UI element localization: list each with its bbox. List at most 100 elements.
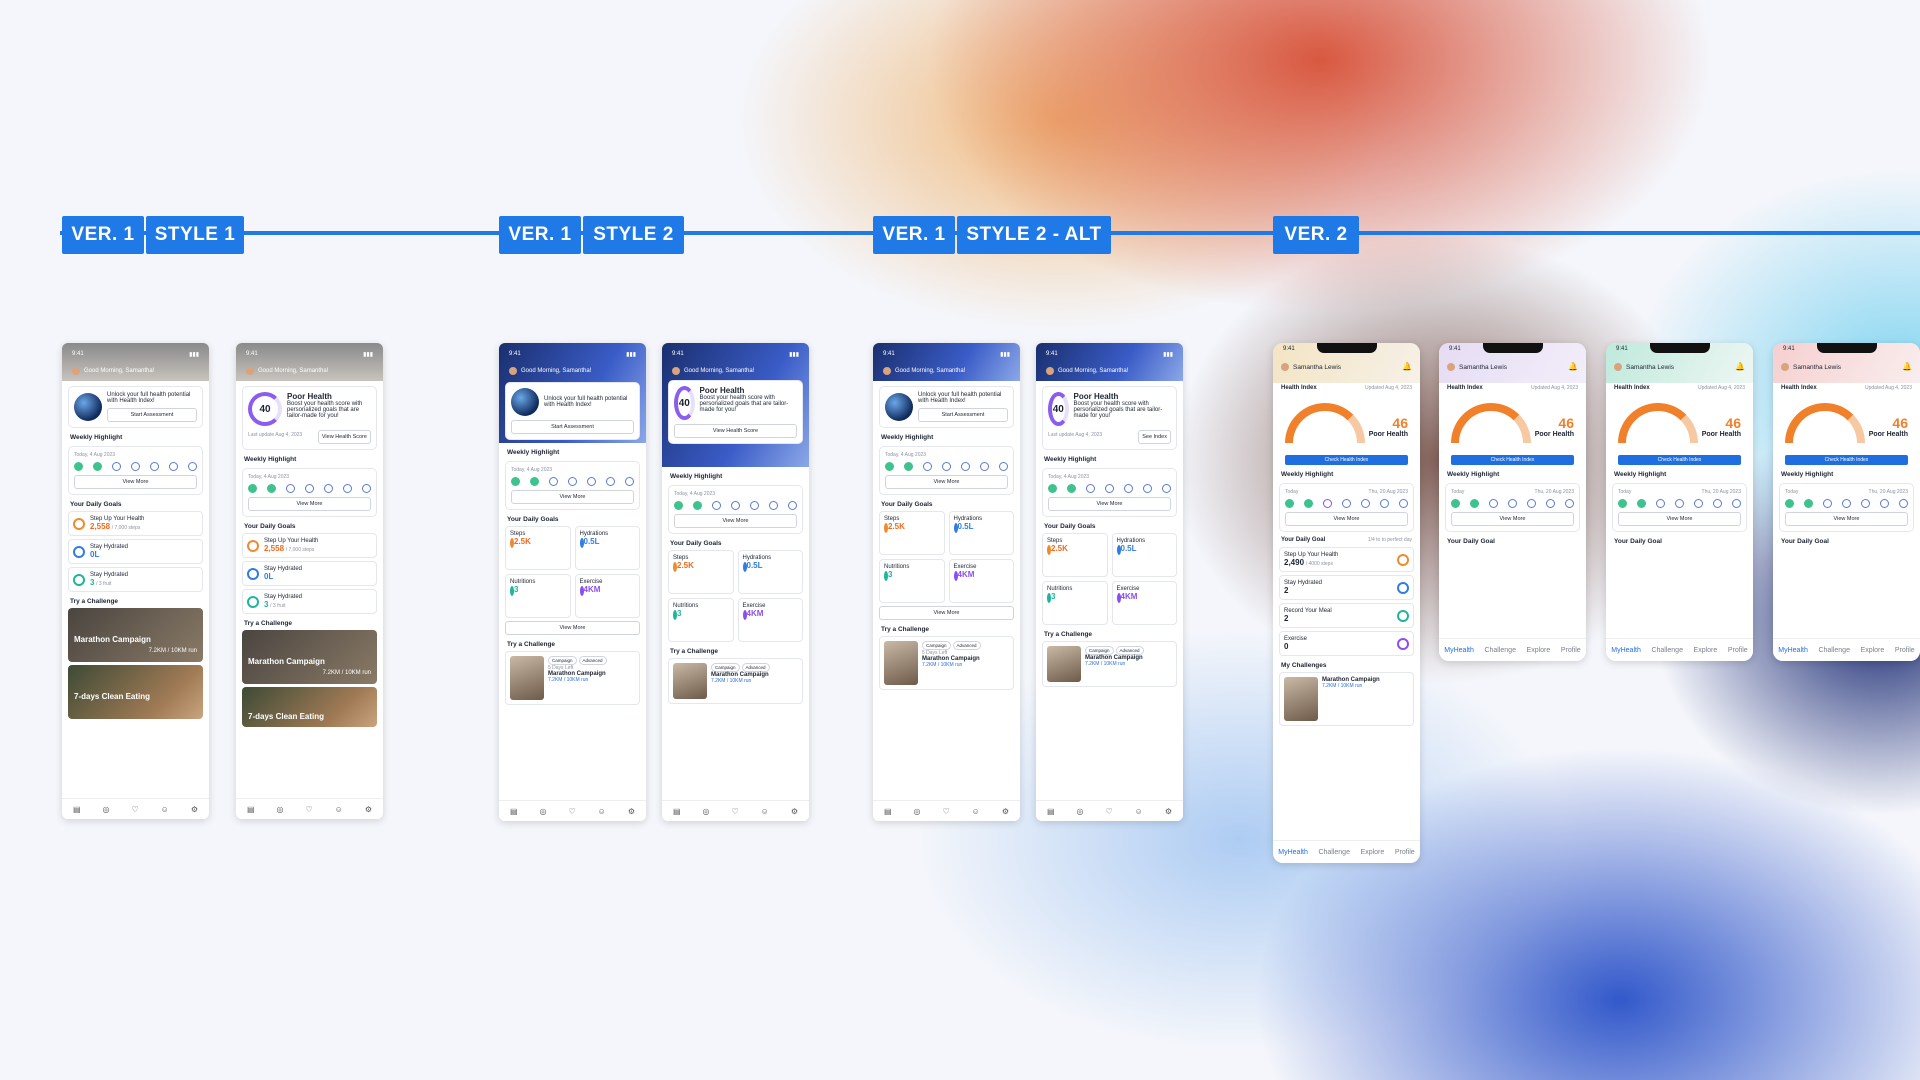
tile-steps[interactable]: Steps 2.5K: [505, 526, 571, 570]
day-dot[interactable]: [1067, 484, 1076, 493]
goal-exercise[interactable]: Exercise 0: [1279, 631, 1414, 656]
avatar[interactable]: [883, 367, 891, 375]
doc-icon[interactable]: ▤: [1047, 807, 1055, 816]
people-icon[interactable]: ☺: [598, 807, 606, 816]
day-dot[interactable]: [999, 462, 1008, 471]
day-dot[interactable]: [625, 477, 634, 486]
target-icon[interactable]: ◎: [103, 805, 110, 814]
day-dot[interactable]: [1451, 499, 1460, 508]
day-dot[interactable]: [1842, 499, 1851, 508]
tile-nutrition[interactable]: Nutritions 3: [505, 574, 571, 618]
start-assessment-button[interactable]: Start Assessment: [511, 420, 634, 434]
challenge-clean-eating[interactable]: 7-days Clean Eating: [68, 665, 203, 719]
day-dot[interactable]: [885, 462, 894, 471]
day-dot[interactable]: [1637, 499, 1646, 508]
day-dot[interactable]: [169, 462, 178, 471]
day-dot[interactable]: [1713, 499, 1722, 508]
day-dot[interactable]: [788, 501, 797, 510]
target-icon[interactable]: ◎: [1077, 807, 1084, 816]
people-icon[interactable]: ☺: [972, 807, 980, 816]
avatar[interactable]: [1447, 363, 1455, 371]
heart-icon[interactable]: ♡: [732, 807, 739, 816]
view-more-button[interactable]: View More: [885, 475, 1008, 489]
tile-steps[interactable]: Steps 2.5K: [1042, 533, 1108, 577]
day-dot[interactable]: [93, 462, 102, 471]
view-more-button[interactable]: View More: [248, 497, 371, 511]
day-dot[interactable]: [1162, 484, 1171, 493]
tile-exercise[interactable]: Exercise 4KM: [574, 574, 640, 618]
view-health-score-button[interactable]: View Health Score: [317, 430, 371, 444]
day-dot[interactable]: [1470, 499, 1479, 508]
day-dot[interactable]: [1694, 499, 1703, 508]
nav-explore[interactable]: Explore: [1527, 647, 1551, 654]
day-dot[interactable]: [248, 484, 257, 493]
day-dot[interactable]: [188, 462, 197, 471]
view-more-button[interactable]: View More: [1285, 512, 1408, 526]
day-dot[interactable]: [1143, 484, 1152, 493]
gear-icon[interactable]: ⚙: [191, 805, 198, 814]
tile-exercise[interactable]: Exercise 4KM: [737, 598, 803, 642]
tile-hydration[interactable]: Hydrations 0.5L: [1111, 533, 1177, 577]
gear-icon[interactable]: ⚙: [1002, 807, 1009, 816]
challenge-item[interactable]: Marathon Campaign 7.2KM / 10KM run: [1279, 672, 1414, 726]
doc-icon[interactable]: ▤: [673, 807, 681, 816]
heart-icon[interactable]: ♡: [306, 805, 313, 814]
nav-myhealth[interactable]: MyHealth: [1778, 647, 1808, 654]
day-dot[interactable]: [674, 501, 683, 510]
bell-icon[interactable]: 🔔: [1735, 362, 1745, 371]
day-dot[interactable]: [1527, 499, 1536, 508]
day-dot[interactable]: [1399, 499, 1408, 508]
day-dot[interactable]: [74, 462, 83, 471]
gear-icon[interactable]: ⚙: [365, 805, 372, 814]
check-health-index-button[interactable]: Check Health Index: [1451, 455, 1574, 465]
tile-exercise[interactable]: Exercise 4KM: [1111, 581, 1177, 625]
nav-challenge[interactable]: Challenge: [1484, 647, 1516, 654]
day-dot[interactable]: [904, 462, 913, 471]
day-dot[interactable]: [1048, 484, 1057, 493]
day-dot[interactable]: [343, 484, 352, 493]
tile-exercise[interactable]: Exercise 4KM: [948, 559, 1014, 603]
avatar[interactable]: [509, 367, 517, 375]
day-dot[interactable]: [1565, 499, 1574, 508]
doc-icon[interactable]: ▤: [247, 805, 255, 814]
bell-icon[interactable]: 🔔: [1402, 362, 1412, 371]
avatar[interactable]: [246, 367, 254, 375]
view-more-button[interactable]: View More: [74, 475, 197, 489]
bell-icon[interactable]: 🔔: [1568, 362, 1578, 371]
day-dot[interactable]: [530, 477, 539, 486]
doc-icon[interactable]: ▤: [884, 807, 892, 816]
gear-icon[interactable]: ⚙: [791, 807, 798, 816]
people-icon[interactable]: ☺: [761, 807, 769, 816]
day-dot[interactable]: [1508, 499, 1517, 508]
challenge-item[interactable]: Campaign Advanced 5 Days Left Marathon Camp…: [879, 636, 1014, 690]
day-dot[interactable]: [1675, 499, 1684, 508]
day-dot[interactable]: [324, 484, 333, 493]
nav-profile[interactable]: Profile: [1895, 647, 1915, 654]
day-dot[interactable]: [606, 477, 615, 486]
day-dot[interactable]: [769, 501, 778, 510]
day-dot[interactable]: [961, 462, 970, 471]
day-dot[interactable]: [1732, 499, 1741, 508]
day-dot[interactable]: [1899, 499, 1908, 508]
check-health-index-button[interactable]: Check Health Index: [1618, 455, 1741, 465]
see-index-button[interactable]: See Index: [1138, 430, 1171, 444]
day-dot[interactable]: [1105, 484, 1114, 493]
day-dot[interactable]: [131, 462, 140, 471]
nav-profile[interactable]: Profile: [1728, 647, 1748, 654]
challenge-clean-eating[interactable]: 7-days Clean Eating: [242, 687, 377, 727]
goal-hydration[interactable]: Stay Hydrated 2: [1279, 575, 1414, 600]
nav-explore[interactable]: Explore: [1861, 647, 1885, 654]
bell-icon[interactable]: 🔔: [1902, 362, 1912, 371]
tile-nutrition[interactable]: Nutritions 3: [879, 559, 945, 603]
day-dot[interactable]: [362, 484, 371, 493]
day-dot[interactable]: [712, 501, 721, 510]
day-dot[interactable]: [693, 501, 702, 510]
target-icon[interactable]: ◎: [540, 807, 547, 816]
day-dot[interactable]: [731, 501, 740, 510]
day-dot[interactable]: [1380, 499, 1389, 508]
view-more-button[interactable]: View More: [505, 621, 640, 635]
challenge-marathon[interactable]: Marathon Campaign 7.2KM / 10KM run: [242, 630, 377, 684]
avatar[interactable]: [1614, 363, 1622, 371]
day-dot[interactable]: [150, 462, 159, 471]
day-dot[interactable]: [286, 484, 295, 493]
